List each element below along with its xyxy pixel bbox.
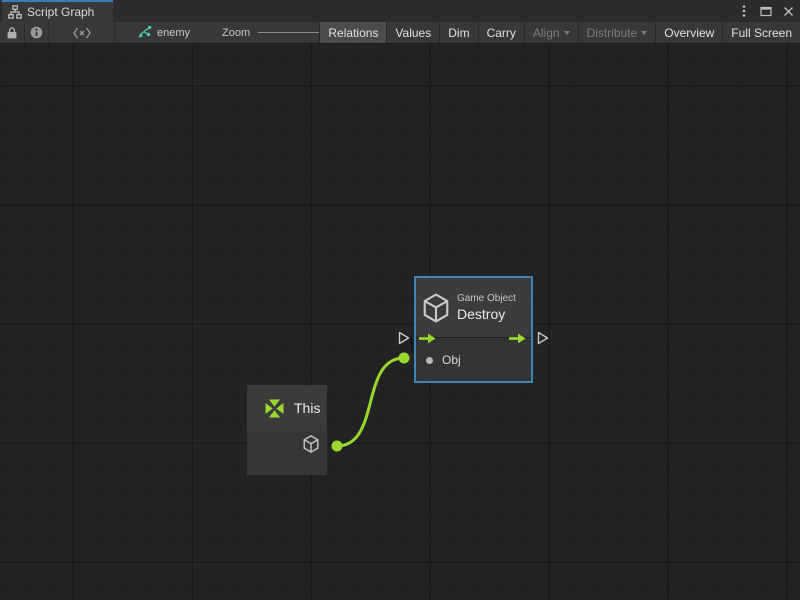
info-button[interactable] — [25, 22, 49, 43]
window-controls — [737, 0, 795, 22]
node-this[interactable]: This — [247, 385, 327, 475]
tab-script-graph[interactable]: Script Graph — [2, 0, 113, 22]
port-obj-label: Obj — [442, 353, 461, 367]
control-input-port[interactable] — [398, 331, 410, 345]
this-converge-arrows-icon — [263, 397, 286, 420]
lock-icon — [6, 26, 18, 40]
graph-breadcrumb[interactable]: enemy — [137, 22, 190, 43]
info-icon — [30, 26, 43, 39]
graph-toolbar: enemy Zoom 1x Relations Values Dim Carry… — [0, 22, 800, 44]
close-button[interactable] — [781, 3, 795, 19]
tab-label: Script Graph — [27, 5, 94, 19]
distribute-label: Distribute — [587, 26, 638, 40]
node-destroy[interactable]: Game Object Destroy Obj — [414, 276, 533, 383]
graph-name: enemy — [157, 27, 190, 39]
chevron-down-icon — [564, 31, 570, 35]
graph-canvas[interactable]: Game Object Destroy Obj — [0, 44, 800, 600]
control-out-arrow-icon[interactable] — [509, 333, 526, 344]
relations-button[interactable]: Relations — [319, 22, 386, 43]
distribute-dropdown[interactable]: Distribute — [578, 22, 656, 43]
node-title: This — [294, 400, 320, 416]
node-title: Destroy — [457, 306, 516, 322]
kebab-menu-icon[interactable] — [737, 3, 751, 19]
code-brackets-button[interactable] — [49, 22, 115, 43]
lock-button[interactable] — [0, 22, 25, 43]
code-brackets-icon — [72, 27, 92, 39]
node-category: Game Object — [457, 293, 516, 304]
overview-button[interactable]: Overview — [655, 22, 722, 43]
node-destroy-header: Game Object Destroy — [416, 278, 531, 337]
node-this-header: This — [247, 385, 327, 431]
connection-edge[interactable] — [0, 44, 800, 600]
script-graph-icon — [137, 25, 152, 40]
graph-window-icon — [8, 5, 22, 19]
dim-button[interactable]: Dim — [439, 22, 477, 43]
control-output-port[interactable] — [537, 331, 549, 345]
carry-button[interactable]: Carry — [478, 22, 524, 43]
port-obj-input[interactable]: Obj — [426, 353, 461, 367]
values-button[interactable]: Values — [386, 22, 439, 43]
align-dropdown[interactable]: Align — [524, 22, 578, 43]
chevron-down-icon — [641, 31, 647, 35]
node-this-body — [247, 431, 327, 475]
control-in-arrow-icon[interactable] — [419, 333, 436, 344]
titlebar: Script Graph — [0, 0, 800, 22]
maximize-button[interactable] — [759, 3, 773, 19]
gameobject-cube-icon — [423, 293, 449, 323]
fullscreen-button[interactable]: Full Screen — [722, 22, 800, 43]
this-output-cube-icon[interactable] — [303, 435, 319, 453]
zoom-label: Zoom — [222, 27, 250, 39]
toolbar-toggles: Relations Values Dim Carry Align Distrib… — [319, 22, 800, 43]
port-dot-icon[interactable] — [426, 357, 433, 364]
align-label: Align — [533, 26, 560, 40]
